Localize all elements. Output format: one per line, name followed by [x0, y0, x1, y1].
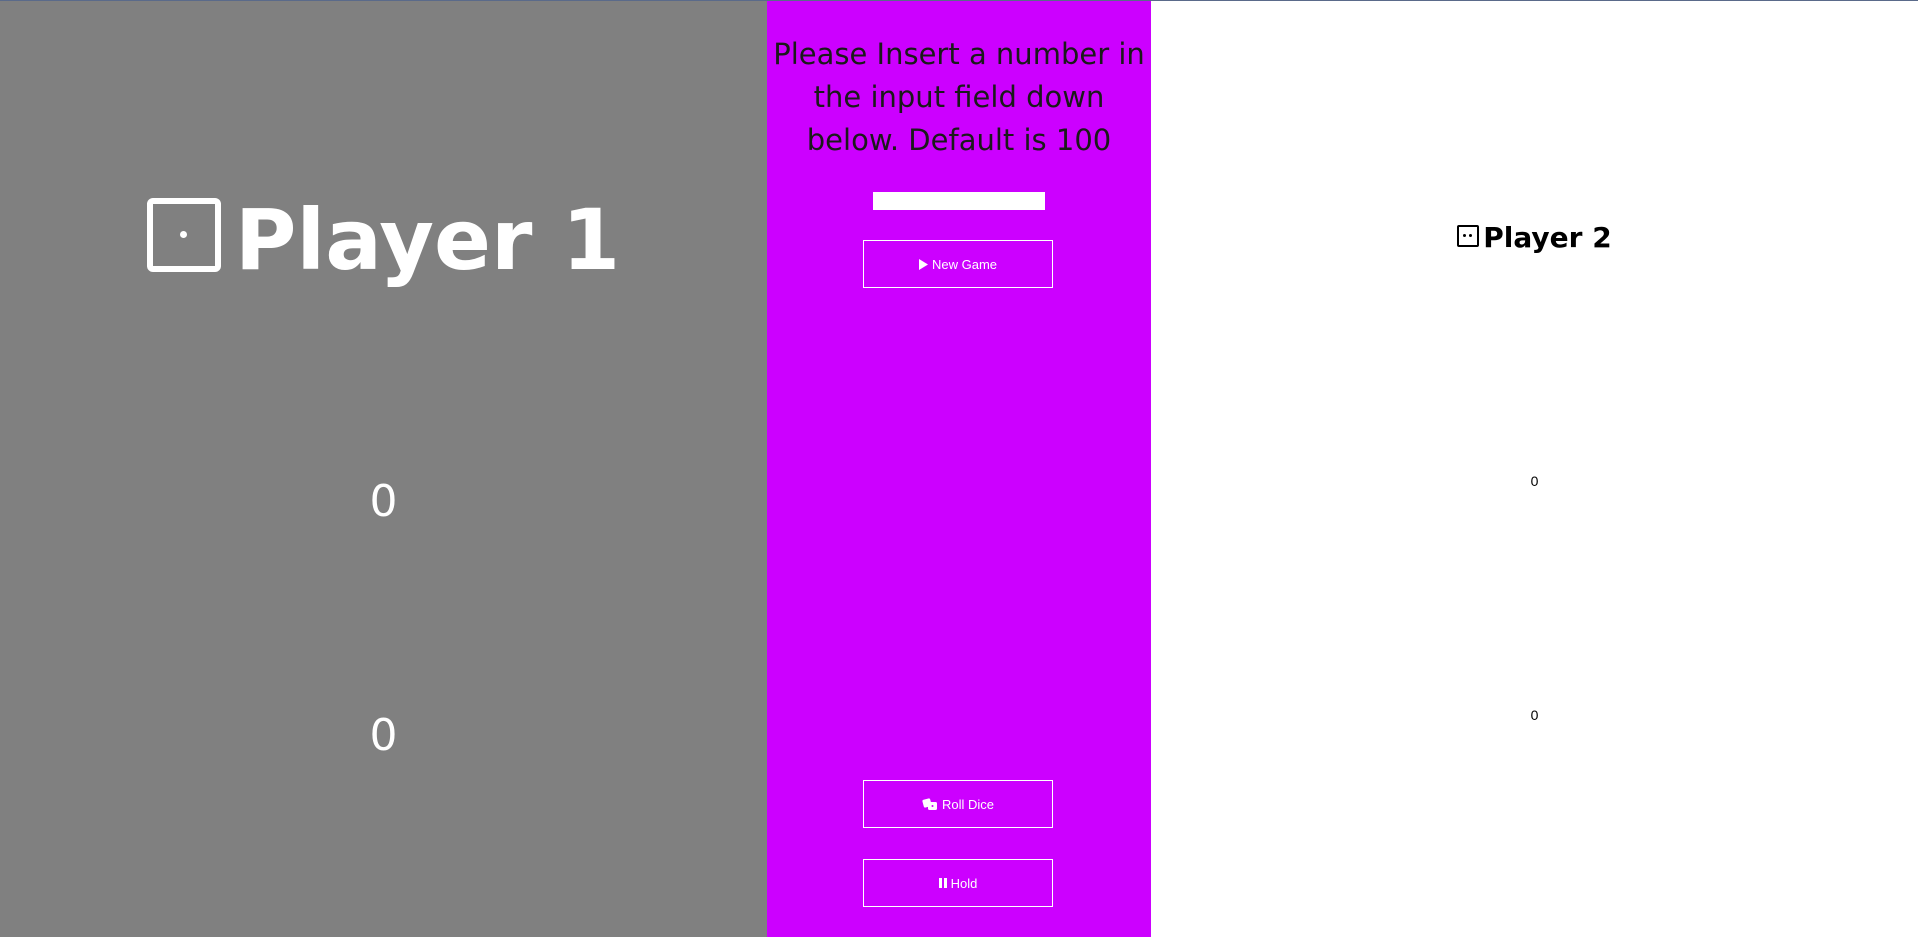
- player-2-panel: Player 2 0 0: [1151, 1, 1918, 937]
- player-1-name: Player 1: [234, 191, 621, 289]
- player-1-title: Player 1: [0, 185, 767, 295]
- player-2-name: Player 2: [1483, 221, 1612, 254]
- new-game-label: New Game: [931, 256, 998, 272]
- game-board: Player 1 0 0 Please Insert a number in t…: [0, 1, 1918, 937]
- new-game-button[interactable]: New Game: [863, 240, 1053, 288]
- player-1-current-score: 0: [369, 710, 398, 761]
- pause-icon: [938, 878, 947, 888]
- die-one-icon: [146, 198, 221, 272]
- play-icon: [918, 258, 928, 270]
- roll-dice-button[interactable]: Roll Dice: [863, 780, 1053, 828]
- player-2-current-score: 0: [1530, 707, 1539, 723]
- dice-icon: [922, 797, 938, 811]
- player-2-title: Player 2: [1151, 220, 1918, 256]
- hold-button[interactable]: Hold: [863, 859, 1053, 907]
- player-1-total-score: 0: [369, 476, 398, 527]
- die-two-icon: [1457, 225, 1480, 247]
- player-1-panel: Player 1 0 0: [0, 1, 767, 937]
- hold-label: Hold: [950, 875, 978, 891]
- target-score-input[interactable]: [873, 192, 1045, 210]
- controls-panel: Please Insert a number in the input fiel…: [767, 1, 1151, 937]
- roll-dice-label: Roll Dice: [941, 796, 994, 812]
- player-2-total-score: 0: [1530, 473, 1539, 489]
- instructions-text: Please Insert a number in the input fiel…: [773, 37, 1145, 157]
